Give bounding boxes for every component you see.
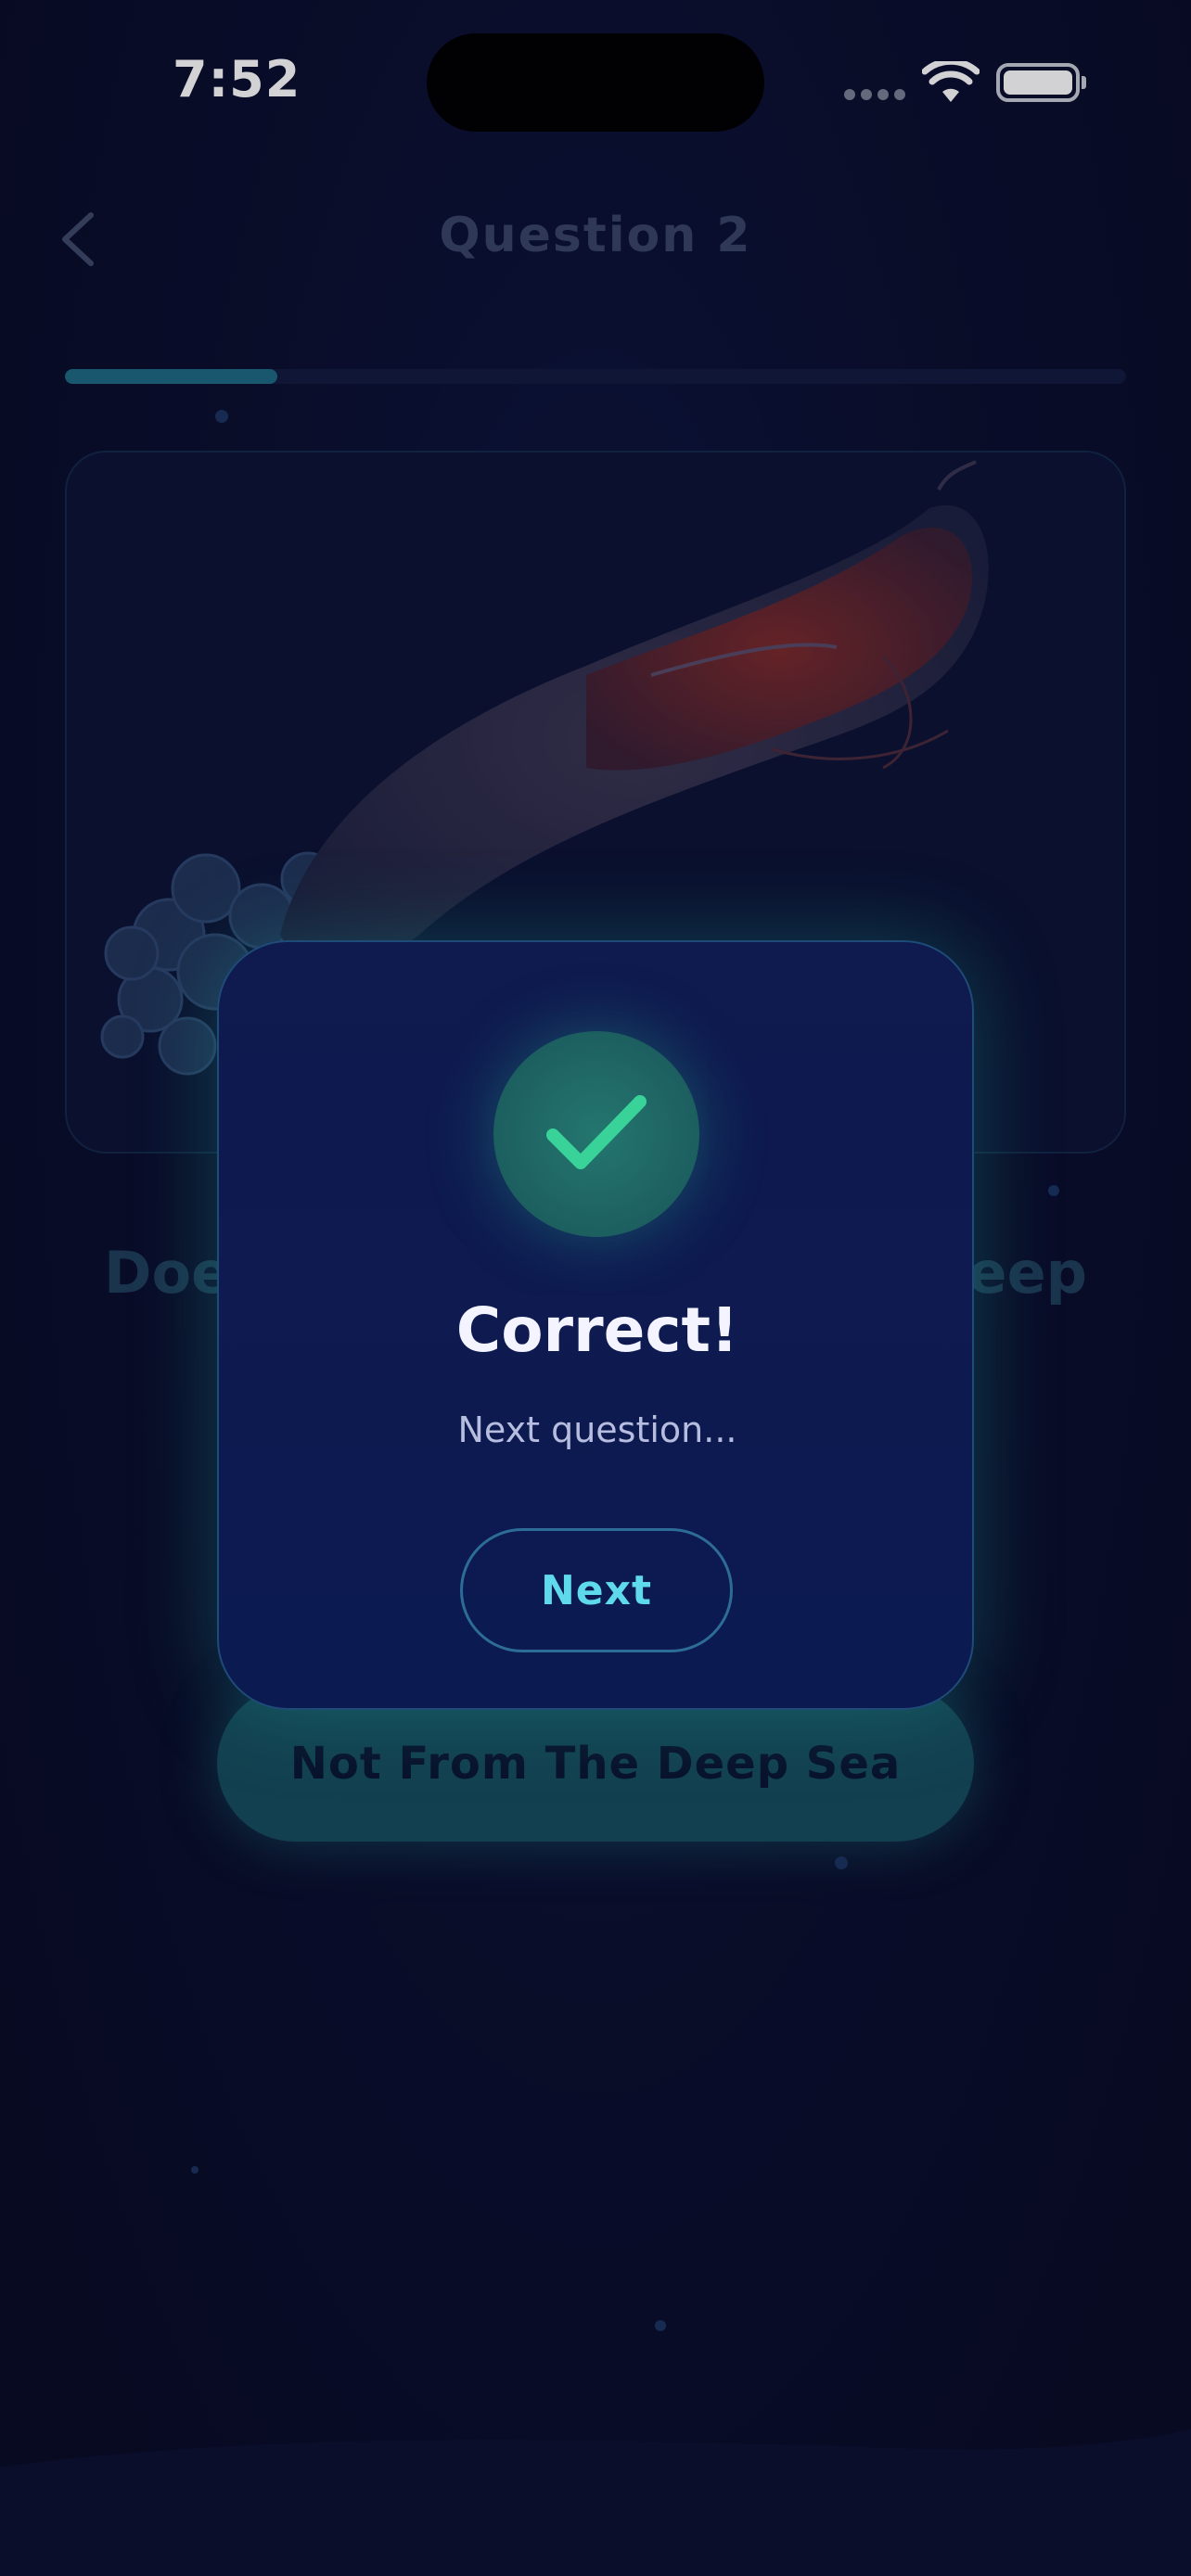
next-button-label: Next [540,1566,653,1614]
modal-subtitle: Next question... [457,1409,737,1450]
success-badge [493,1031,699,1237]
checkmark-icon [546,1095,647,1169]
modal-title: Correct! [455,1294,739,1366]
quiz-screen: 7:52 Question 2 Doe leep Not From The De… [0,0,1191,2576]
next-button[interactable]: Next [460,1528,733,1652]
result-modal: Correct! Next question... Next [217,940,974,1710]
